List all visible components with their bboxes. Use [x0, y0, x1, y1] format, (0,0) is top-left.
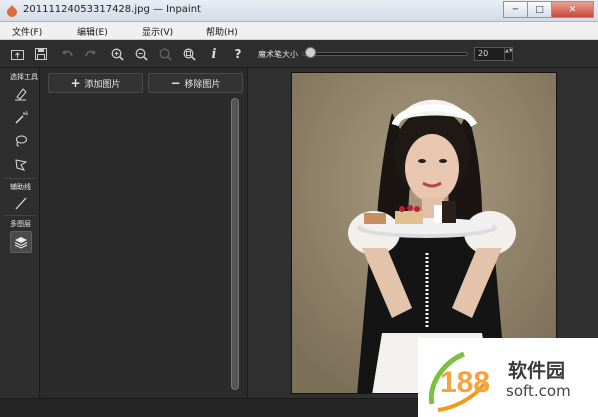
redo-icon[interactable] [82, 45, 100, 63]
plus-icon: + [70, 76, 81, 90]
watermark-domain: soft.com [506, 382, 571, 400]
watermark-logo: 188 [428, 351, 490, 412]
add-image-button[interactable]: + 添加图片 [48, 73, 143, 93]
panel-scrollbar[interactable] [231, 98, 239, 390]
menu-edit[interactable]: 编辑(E) [77, 25, 108, 38]
remove-image-label: 移除图片 [184, 79, 221, 90]
guide-line-icon[interactable] [12, 194, 30, 212]
fit-icon[interactable] [180, 45, 198, 63]
spin-arrows-icon[interactable]: ▲▼ [504, 48, 513, 60]
menu-help[interactable]: 帮助(H) [206, 25, 238, 38]
watermark-logo-text: 188 [440, 366, 490, 399]
watermark-name: 软件园 [508, 360, 566, 382]
open-icon[interactable] [8, 45, 26, 63]
title-bar: 20111124053317428.jpg — Inpaint ─ □ ✕ [0, 0, 598, 22]
selection-tools-label: 选择工具 [10, 73, 38, 81]
watermark: 188 软件园 soft.com [418, 338, 598, 417]
multi-layer-label: 多图层 [10, 220, 31, 228]
image-list-panel: + 添加图片 − 移除图片 [41, 68, 246, 398]
menu-bar: 文件(F) 编辑(E) 显示(V) 帮助(H) [0, 22, 598, 40]
close-button[interactable]: ✕ [551, 1, 594, 18]
divider [4, 215, 36, 216]
marker-icon[interactable] [12, 85, 30, 103]
app-icon [7, 5, 17, 17]
zoom-out-icon[interactable] [132, 45, 150, 63]
marker-size-value: 20 [478, 49, 489, 58]
divider [4, 178, 36, 179]
maximize-button[interactable]: □ [527, 1, 552, 18]
undo-icon[interactable] [58, 45, 76, 63]
info-icon[interactable]: i [205, 45, 223, 63]
add-image-label: 添加图片 [84, 79, 121, 90]
polygonal-lasso-icon[interactable] [12, 156, 30, 174]
minus-icon: − [170, 76, 181, 90]
magic-wand-icon[interactable] [12, 109, 30, 127]
layers-icon[interactable] [12, 233, 30, 251]
remove-image-button[interactable]: − 移除图片 [148, 73, 243, 93]
marker-size-input[interactable]: 20 ▲▼ [474, 47, 513, 61]
menu-file[interactable]: 文件(F) [12, 25, 42, 38]
tool-strip: 选择工具 辅助线 多图层 [0, 68, 40, 398]
marker-size-slider[interactable] [302, 52, 468, 56]
save-icon[interactable] [32, 45, 50, 63]
guide-lines-label: 辅助线 [10, 183, 31, 191]
marker-size-knob[interactable] [305, 47, 317, 58]
help-icon[interactable]: ? [229, 45, 247, 63]
actual-size-icon[interactable] [156, 45, 174, 63]
menu-view[interactable]: 显示(V) [142, 25, 173, 38]
zoom-in-icon[interactable] [108, 45, 126, 63]
lasso-icon[interactable] [12, 132, 30, 150]
marker-size-label: 魔术笔大小 [258, 50, 298, 59]
window-title: 20111124053317428.jpg — Inpaint [23, 4, 201, 15]
minimize-button[interactable]: ─ [503, 1, 528, 18]
toolbar: i ? 魔术笔大小 20 ▲▼ [0, 40, 598, 68]
